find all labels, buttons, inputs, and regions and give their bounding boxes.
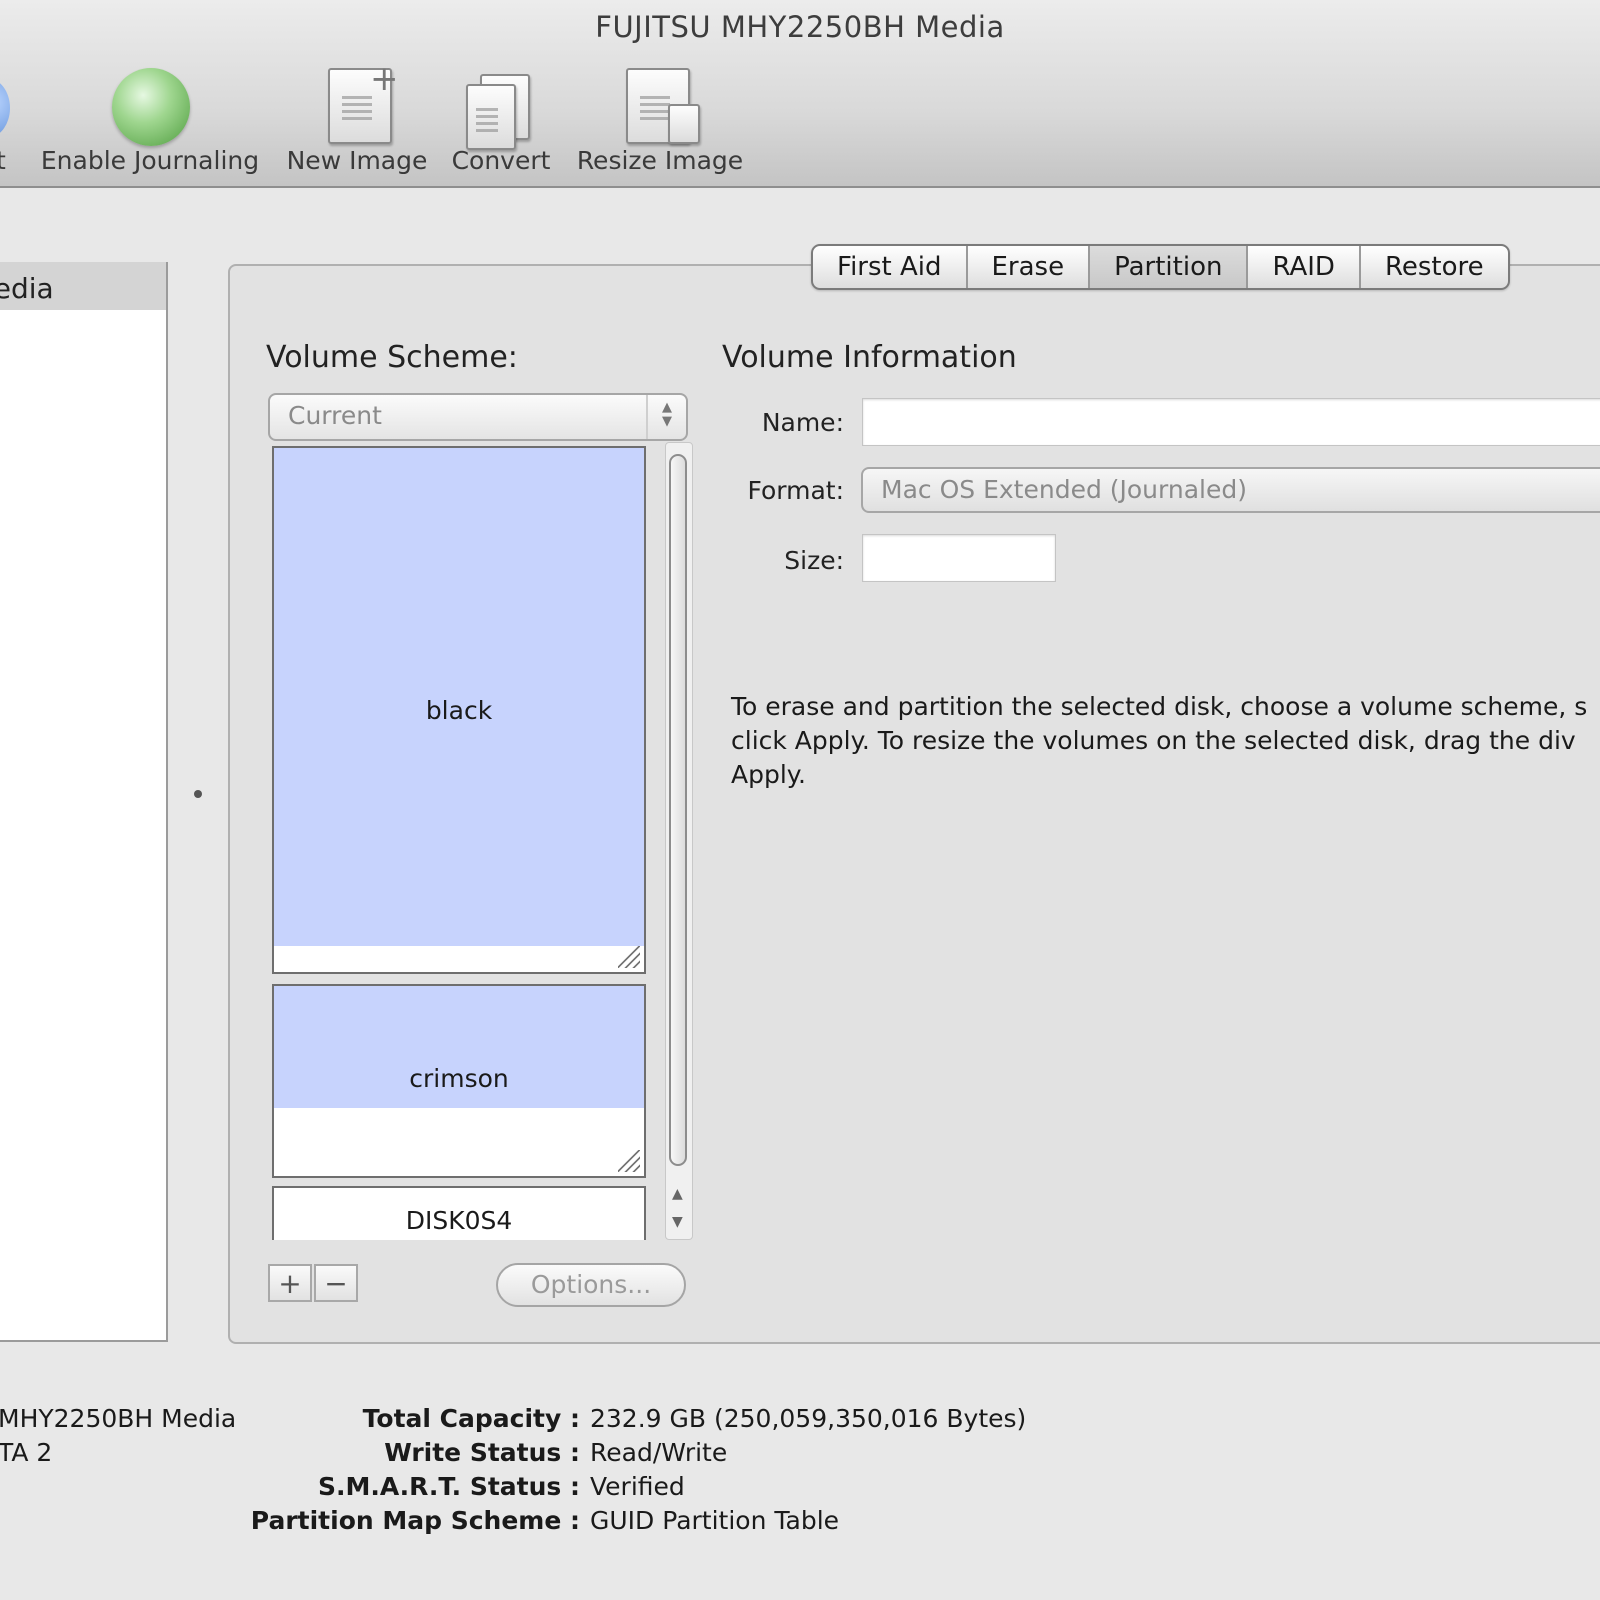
format-label: Format: — [747, 476, 844, 505]
smart-status-value: Verified — [590, 1472, 685, 1501]
format-popup[interactable]: Mac OS Extended (Journaled) — [861, 467, 1600, 513]
scroll-down-arrow-icon[interactable]: ▼ — [672, 1214, 683, 1230]
add-partition-button[interactable]: + — [268, 1264, 312, 1302]
partition-label-black: black — [425, 696, 493, 725]
resize-grip-icon[interactable] — [618, 946, 640, 968]
partial-toolbar-label: t — [0, 146, 6, 175]
scroll-up-arrow-icon[interactable]: ▲ — [672, 1186, 683, 1202]
toolbar-button-new-image[interactable]: + New Image — [284, 62, 430, 180]
partition-map-scheme-value: GUID Partition Table — [590, 1506, 840, 1535]
partition-map-scheme-key: Partition Map Scheme : — [250, 1506, 580, 1535]
tab-raid[interactable]: RAID — [1248, 246, 1361, 288]
size-label: Size: — [784, 546, 844, 575]
partition-block-black[interactable]: black — [272, 446, 646, 974]
help-line-1: To erase and partition the selected disk… — [731, 692, 1588, 721]
write-status-key: Write Status : — [384, 1438, 580, 1467]
tab-erase[interactable]: Erase — [968, 246, 1091, 288]
window-title: FUJITSU MHY2250BH Media — [595, 10, 1005, 44]
disk-list-sidebar[interactable] — [0, 262, 168, 1342]
format-value: Mac OS Extended (Journaled) — [881, 475, 1247, 504]
volume-scheme-popup[interactable]: Current ▲ ▼ — [268, 393, 688, 441]
popup-arrows-icon: ▲ ▼ — [646, 395, 686, 439]
toolbar-button-convert[interactable]: Convert — [446, 64, 556, 180]
enable-journaling-label: Enable Journaling — [40, 146, 260, 175]
tab-restore[interactable]: Restore — [1361, 246, 1508, 288]
tab-partition[interactable]: Partition — [1090, 246, 1249, 288]
scrollbar-thumb[interactable] — [669, 454, 687, 1166]
toolbar-button-enable-journaling[interactable]: Enable Journaling — [36, 64, 264, 180]
help-line-3: Apply. — [731, 760, 806, 789]
smart-status-key: S.M.A.R.T. Status : — [317, 1472, 580, 1501]
new-image-label: New Image — [286, 146, 428, 175]
partition-label-crimson: crimson — [409, 1064, 509, 1093]
volume-scheme-value: Current — [288, 401, 382, 430]
help-line-2: click Apply. To resize the volumes on th… — [731, 726, 1576, 755]
tab-first-aid[interactable]: First Aid — [813, 246, 968, 288]
disk-connection-text: TA 2 — [0, 1438, 53, 1467]
partition-map[interactable]: black crimson DISK0S4 — [270, 446, 652, 1240]
name-field[interactable] — [862, 398, 1600, 446]
total-capacity-key: Total Capacity : — [362, 1404, 580, 1433]
tab-bar: First Aid Erase Partition RAID Restore — [811, 244, 1510, 290]
convert-label: Convert — [451, 146, 551, 175]
sidebar-selected-label: ledia — [0, 272, 54, 305]
remove-partition-button[interactable]: − — [314, 1264, 358, 1302]
partition-block-disk0s4[interactable]: DISK0S4 — [272, 1186, 646, 1240]
volume-scheme-heading: Volume Scheme: — [266, 340, 518, 375]
resize-grip-icon[interactable] — [618, 1150, 640, 1172]
new-image-icon: + — [328, 62, 399, 144]
name-label: Name: — [761, 408, 844, 437]
journal-globe-icon — [112, 68, 190, 146]
write-status-value: Read/Write — [590, 1438, 728, 1467]
partition-label-disk0s4: DISK0S4 — [405, 1206, 513, 1235]
size-field[interactable] — [862, 534, 1056, 582]
toolbar-button-resize-image[interactable]: Resize Image — [572, 64, 748, 180]
total-capacity-value: 232.9 GB (250,059,350,016 Bytes) — [590, 1404, 1027, 1433]
resize-image-label: Resize Image — [576, 146, 744, 175]
options-button[interactable]: Options... — [496, 1263, 686, 1307]
splitter-handle[interactable] — [194, 790, 202, 798]
volume-info-heading: Volume Information — [722, 340, 1017, 375]
disk-name-text: MHY2250BH Media — [0, 1404, 237, 1433]
partition-block-crimson[interactable]: crimson — [272, 984, 646, 1178]
partition-help-text: To erase and partition the selected disk… — [731, 690, 1600, 792]
